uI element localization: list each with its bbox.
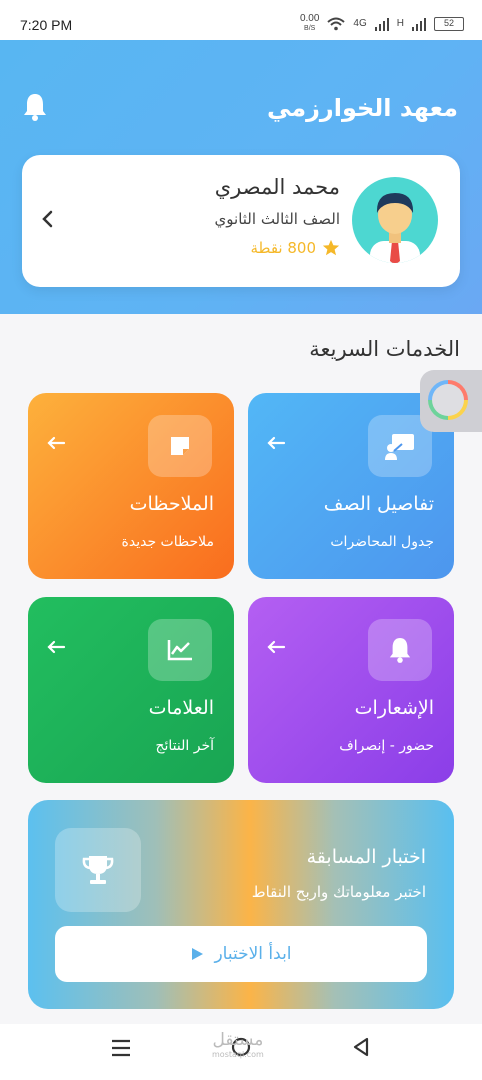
trophy-box bbox=[55, 828, 141, 912]
tile-title: الإشعارات bbox=[354, 697, 434, 719]
watermark: مستقل mostaql.com bbox=[212, 1030, 264, 1059]
app-title: معهد الخوارزمي bbox=[266, 94, 458, 122]
bell-icon bbox=[389, 638, 411, 663]
star-icon bbox=[322, 239, 340, 256]
user-name: محمد المصري bbox=[214, 175, 340, 199]
tile-title: العلامات bbox=[148, 697, 214, 719]
tile-icon-box bbox=[148, 619, 212, 681]
start-quiz-button[interactable]: ابدأ الاختبار bbox=[55, 926, 427, 982]
quiz-subtitle: اختبر معلوماتك واربح النقاط bbox=[251, 883, 426, 901]
chevron-left-icon[interactable] bbox=[40, 209, 56, 229]
bell-icon[interactable] bbox=[22, 92, 48, 122]
battery-icon: 52 bbox=[434, 16, 464, 31]
system-nav-bar: مستقل mostaql.com bbox=[0, 1024, 482, 1080]
avatar bbox=[352, 177, 438, 263]
user-points: 800 نقطة bbox=[250, 239, 340, 257]
notifications-tile[interactable]: الإشعارات حضور - إنصراف bbox=[248, 597, 454, 783]
tile-title: الملاحظات bbox=[129, 493, 214, 515]
grades-tile[interactable]: العلامات آخر النتائج bbox=[28, 597, 234, 783]
section-title: الخدمات السريعة bbox=[309, 337, 460, 361]
back-icon[interactable] bbox=[352, 1037, 370, 1057]
net-type-4g: 4G bbox=[353, 18, 367, 29]
tile-subtitle: ملاحظات جديدة bbox=[121, 534, 214, 550]
signal-icon-2 bbox=[412, 17, 426, 31]
tile-icon-box bbox=[148, 415, 212, 477]
tile-subtitle: جدول المحاضرات bbox=[330, 534, 434, 550]
notes-tile[interactable]: الملاحظات ملاحظات جديدة bbox=[28, 393, 234, 579]
tile-subtitle: حضور - إنصراف bbox=[339, 738, 434, 754]
header: معهد الخوارزمي محمد المصري الصف الثالث ا… bbox=[0, 40, 482, 314]
menu-icon[interactable] bbox=[110, 1038, 132, 1058]
play-icon bbox=[192, 948, 204, 960]
floating-assistant-bubble[interactable] bbox=[420, 370, 482, 432]
floating-clock-icon bbox=[428, 380, 468, 420]
quiz-title: اختبار المسابقة bbox=[306, 846, 426, 868]
net-speed: 0.00 B/S bbox=[299, 13, 320, 33]
tile-subtitle: آخر النتائج bbox=[155, 738, 214, 754]
quiz-card: اختبار المسابقة اختبر معلوماتك واربح الن… bbox=[28, 800, 454, 1009]
arrow-left-icon[interactable] bbox=[266, 639, 286, 655]
arrow-left-icon[interactable] bbox=[46, 435, 66, 451]
profile-card[interactable]: محمد المصري الصف الثالث الثانوي 800 نقطة bbox=[22, 155, 460, 287]
start-quiz-label: ابدأ الاختبار bbox=[214, 944, 292, 964]
status-bar: 7:20 PM 0.00 B/S 4G H 52 bbox=[0, 0, 482, 40]
presentation-icon bbox=[385, 434, 414, 460]
user-grade: الصف الثالث الثانوي bbox=[214, 210, 340, 228]
wifi-icon bbox=[327, 17, 346, 30]
arrow-left-icon[interactable] bbox=[46, 639, 66, 655]
trophy-icon bbox=[82, 856, 114, 884]
points-label: 800 نقطة bbox=[250, 239, 316, 257]
sticky-note-icon bbox=[171, 437, 189, 455]
net-type-h: H bbox=[396, 18, 404, 29]
line-chart-icon bbox=[167, 640, 192, 661]
status-time: 7:20 PM bbox=[20, 17, 73, 33]
tile-icon-box bbox=[368, 619, 432, 681]
avatar-illustration bbox=[370, 193, 420, 263]
status-icons: 0.00 B/S 4G H 52 bbox=[300, 14, 464, 33]
signal-icon bbox=[374, 17, 389, 31]
tile-title: تفاصيل الصف bbox=[323, 493, 434, 515]
arrow-left-icon[interactable] bbox=[266, 435, 286, 451]
